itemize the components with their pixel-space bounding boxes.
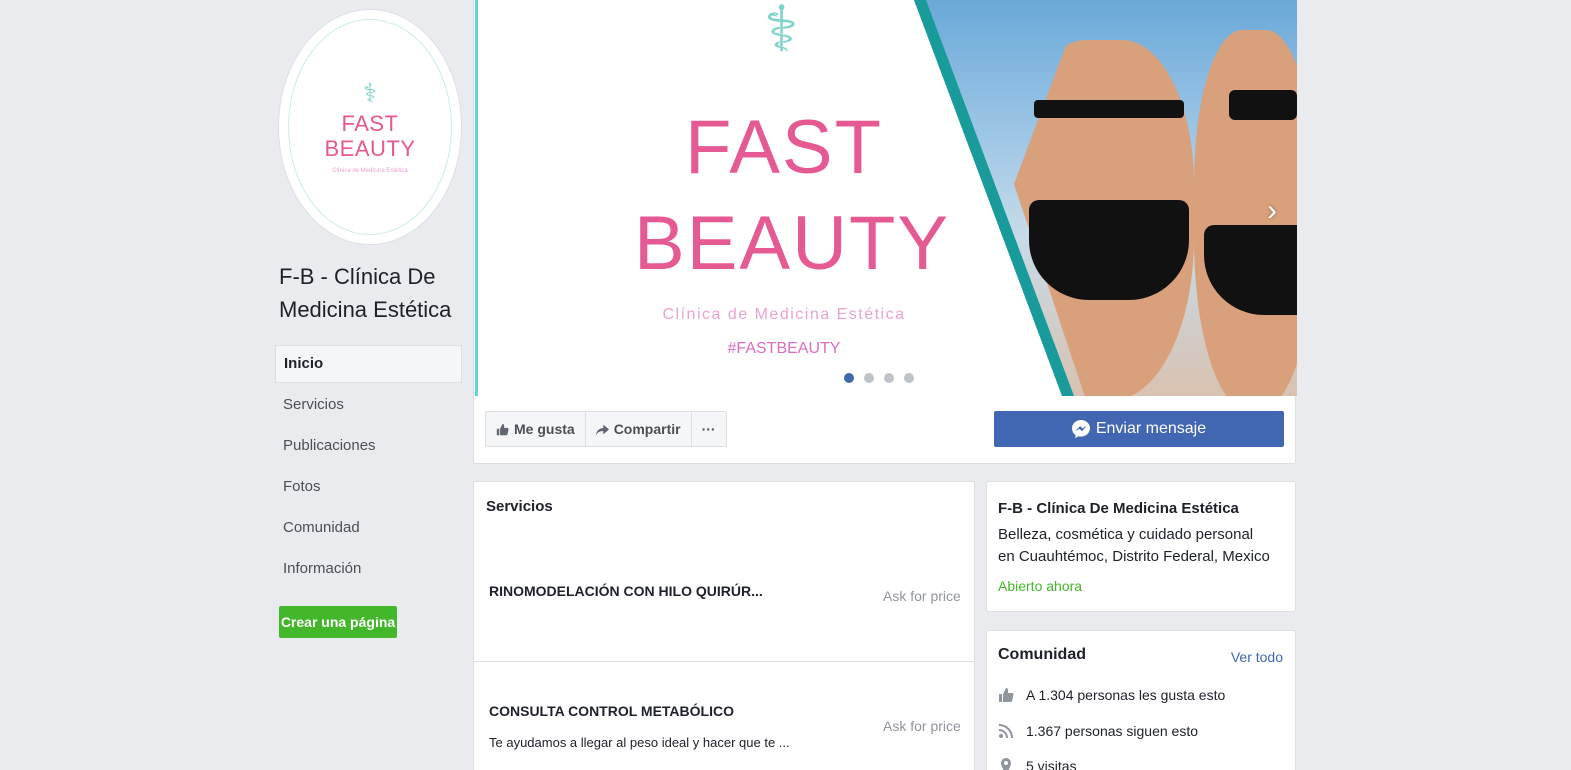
logo-line-2: BEAUTY: [324, 136, 416, 161]
share-icon: [595, 424, 609, 435]
nav-item-servicios[interactable]: Servicios: [275, 386, 462, 424]
cover-title-line-1: FAST: [684, 105, 884, 190]
open-status: Abierto ahora: [998, 578, 1083, 594]
service-name[interactable]: CONSULTA CONTROL METABÓLICO: [489, 703, 734, 719]
cover-hashtag: #FASTBEAUTY: [727, 340, 841, 357]
see-all-link[interactable]: Ver todo: [1231, 649, 1283, 665]
cover-card: ⚕ FAST BEAUTY Clínica de Medicina Estéti…: [473, 0, 1297, 464]
follows-text: 1.367 personas siguen esto: [1026, 723, 1199, 739]
like-button[interactable]: Me gusta: [485, 411, 586, 447]
more-icon: ···: [701, 421, 716, 437]
logo-line-1: FAST: [341, 111, 399, 136]
community-card: Comunidad Ver todo A 1.304 personas les …: [986, 630, 1296, 770]
carousel-dot[interactable]: [884, 373, 894, 383]
bikini-bottom-left: [1029, 200, 1189, 300]
carousel-dots: [844, 373, 914, 383]
services-title: Servicios: [486, 498, 553, 515]
profile-logo: ⚕ FAST BEAUTY Clínica de Medicina Estéti…: [288, 19, 452, 235]
services-card: Servicios RINOMODELACIÓN CON HILO QUIRÚR…: [473, 481, 975, 770]
about-card: F-B - Clínica De Medicina Estética Belle…: [986, 481, 1296, 612]
caduceus-icon: ⚕: [764, 0, 799, 65]
create-page-button[interactable]: Crear una página: [279, 606, 397, 638]
figure-right: [1194, 30, 1297, 396]
profile-picture[interactable]: ⚕ FAST BEAUTY Clínica de Medicina Estéti…: [279, 10, 461, 244]
likes-row: A 1.304 personas les gusta esto: [998, 687, 1225, 703]
cover-photo[interactable]: ⚕ FAST BEAUTY Clínica de Medicina Estéti…: [474, 0, 1297, 396]
page-nav: Inicio Servicios Publicaciones Fotos Com…: [275, 345, 462, 591]
business-name: F-B - Clínica De Medicina Estética: [998, 500, 1239, 517]
category-text[interactable]: Belleza, cosmética y cuidado personal: [998, 524, 1270, 546]
location-pin-icon: [1001, 758, 1011, 770]
visits-text: 5 visitas: [1026, 758, 1077, 770]
community-title: Comunidad: [998, 646, 1086, 663]
thumbs-up-icon: [496, 423, 509, 435]
share-button[interactable]: Compartir: [584, 411, 692, 447]
cover-accent-bar: [475, 0, 478, 396]
likes-text: A 1.304 personas les gusta esto: [1026, 687, 1226, 703]
caduceus-icon: ⚕: [362, 78, 378, 108]
business-category: Belleza, cosmética y cuidado personal en…: [998, 524, 1270, 568]
rss-icon: [998, 724, 1013, 739]
service-price: Ask for price: [883, 588, 961, 604]
nav-item-inicio[interactable]: Inicio: [275, 345, 462, 383]
messenger-icon: [1071, 420, 1090, 438]
bikini-top-left: [1034, 100, 1184, 118]
carousel-dot[interactable]: [864, 373, 874, 383]
nav-item-publicaciones[interactable]: Publicaciones: [275, 427, 462, 465]
logo-subtitle: Clínica de Medicina Estética: [332, 168, 408, 174]
cover-title-line-2: BEAUTY: [634, 201, 951, 286]
nav-item-fotos[interactable]: Fotos: [275, 468, 462, 506]
next-slide-icon[interactable]: ›: [1267, 196, 1277, 226]
page-title[interactable]: F-B - Clínica De Medicina Estética: [279, 260, 469, 326]
send-message-button[interactable]: Enviar mensaje: [994, 411, 1284, 447]
action-bar: Me gusta Compartir ···: [485, 411, 727, 447]
location-text: en Cuauhtémoc, Distrito Federal, Mexico: [998, 548, 1270, 565]
service-description: Te ayudamos a llegar al peso ideal y hac…: [489, 735, 790, 750]
carousel-dot[interactable]: [844, 373, 854, 383]
nav-item-comunidad[interactable]: Comunidad: [275, 509, 462, 547]
carousel-dot[interactable]: [904, 373, 914, 383]
bikini-top-right: [1229, 90, 1297, 120]
follows-row: 1.367 personas siguen esto: [998, 723, 1198, 739]
like-label: Me gusta: [514, 421, 575, 437]
nav-item-informacion[interactable]: Información: [275, 550, 462, 588]
divider: [474, 661, 974, 662]
thumbs-up-icon: [999, 688, 1014, 702]
cover-subtitle: Clínica de Medicina Estética: [662, 306, 906, 323]
service-name[interactable]: RINOMODELACIÓN CON HILO QUIRÚR...: [489, 583, 763, 599]
send-message-label: Enviar mensaje: [1095, 420, 1207, 437]
visits-row: 5 visitas: [998, 758, 1077, 770]
share-label: Compartir: [613, 421, 681, 437]
more-button[interactable]: ···: [690, 411, 727, 447]
service-price: Ask for price: [883, 718, 961, 734]
